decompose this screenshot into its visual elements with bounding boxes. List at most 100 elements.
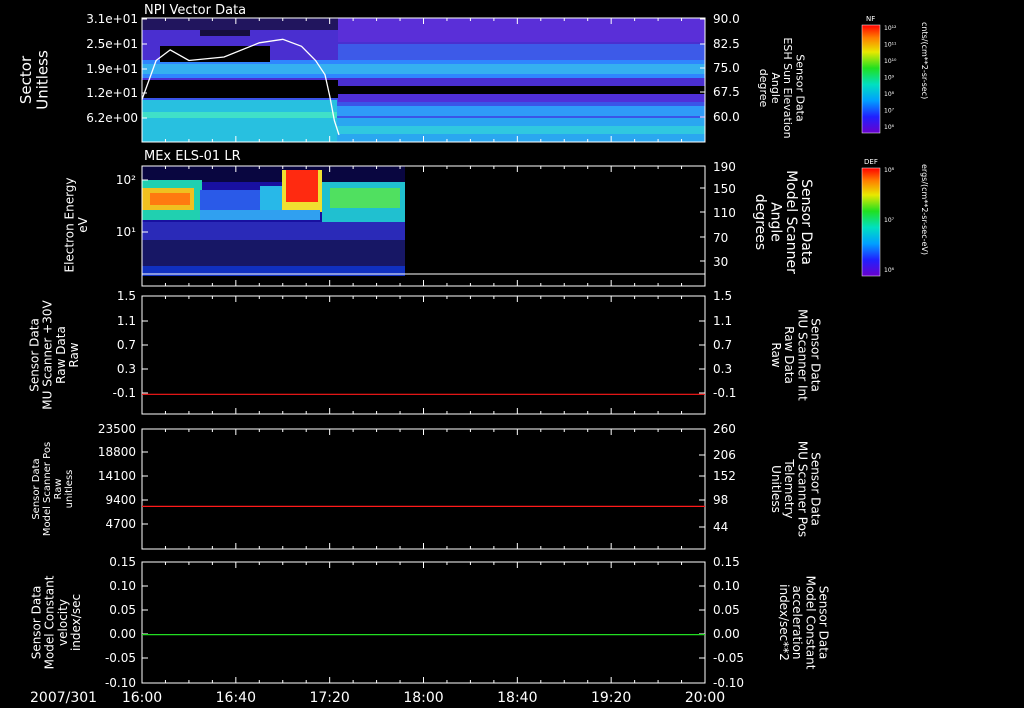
npi-colorbar-tick: 10¹⁰ (884, 58, 897, 65)
els-ylabel-line: eV (76, 216, 90, 232)
npi-rtick: 75.0 (713, 61, 740, 75)
p4-ytick: 9400 (105, 493, 136, 507)
els-colorbar-tick: 10⁸ (884, 167, 895, 174)
els-spectrogram (142, 166, 405, 276)
els-rtick: 150 (713, 182, 736, 196)
npi-colorbar-title: NF (866, 15, 875, 23)
p4-rtick: 260 (713, 422, 736, 436)
time-tick: 17:20 (309, 690, 349, 706)
p4-ylabel-line: unitless (64, 470, 75, 509)
els-colorbar-title: DEF (864, 158, 878, 166)
p3-rlabel-line: Raw Data (782, 326, 796, 384)
time-tick: 20:00 (685, 690, 725, 706)
p5-ylabel-line: velocity (56, 599, 70, 646)
time-tick: 16:40 (216, 690, 256, 706)
panel-scanner-pos: 23500 18800 14100 9400 4700 260 206 152 98 44 Sens… (31, 422, 823, 550)
p3-ylabel-line: MU Scanner +30V (41, 300, 55, 410)
els-rlabel-line: Sensor Data (798, 179, 814, 265)
p4-ytick: 23500 (98, 422, 136, 436)
p5-rtick: 0.10 (713, 579, 740, 593)
npi-ytick: 6.2e+00 (86, 111, 138, 125)
npi-colorbar-tick: 10⁶ (884, 124, 895, 131)
p4-rlabel-line: MU Scanner Pos (795, 441, 809, 537)
p3-ylabel-line: Sensor Data (27, 318, 41, 392)
p4-rtick: 152 (713, 469, 736, 483)
p4-ytick: 18800 (98, 445, 136, 459)
time-tick: 18:40 (497, 690, 537, 706)
p5-rlabel-line: Sensor Data (817, 586, 831, 660)
p3-rtick: 1.1 (713, 314, 732, 328)
els-rtick: 30 (713, 255, 728, 269)
npi-colorbar: NF 10¹² 10¹¹ 10¹⁰ 10⁹ 10⁸ 10⁷ 10⁶ cnts/(cm**2-… (861, 15, 929, 134)
npi-heatmap (142, 18, 705, 142)
time-tick: 18:00 (403, 690, 443, 706)
npi-ylabel-line: Unitless (34, 50, 52, 110)
p4-ytick: 14100 (98, 469, 136, 483)
p5-ytick: -0.10 (105, 676, 136, 690)
p5-ytick: 0.05 (109, 603, 136, 617)
p5-ytick: 0.15 (109, 555, 136, 569)
els-rtick: 70 (713, 231, 728, 245)
date-label: 2007/301 (30, 690, 97, 706)
plot-canvas: NPI Vector Data 3.1e+012.5e+011.9e+011.2… (17, 3, 929, 706)
p3-rtick: 0.7 (713, 338, 732, 352)
els-rtick: 110 (713, 206, 736, 220)
npi-ytick: 1.9e+01 (86, 62, 138, 76)
p3-rtick: -0.1 (713, 386, 736, 400)
time-axis: 2007/301 16:00 16:40 17:20 18:00 18:40 19:20 2… (30, 690, 725, 706)
els-colorbar-tick: 10⁶ (884, 267, 895, 274)
npi-colorbar-label: cnts/(cm**2-sr-sec) (920, 22, 929, 99)
p3-rtick: 1.5 (713, 289, 732, 303)
p4-rtick: 206 (713, 448, 736, 462)
p3-rtick: 0.3 (713, 362, 732, 376)
p3-rlabel-line: Raw (769, 342, 783, 367)
p4-rlabel-line: Telemetry (782, 458, 796, 518)
npi-rtick: 82.5 (713, 37, 740, 51)
npi-ytick: 2.5e+01 (86, 37, 138, 51)
npi-ytick: 3.1e+01 (86, 12, 138, 26)
p3-ytick: 0.3 (117, 362, 136, 376)
panel-npi-title: NPI Vector Data (144, 3, 246, 18)
p4-ylabel-line: Raw (53, 478, 64, 499)
npi-ylabel-line: Sector (17, 55, 35, 104)
p5-ytick: 0.10 (109, 579, 136, 593)
p4-rtick: 98 (713, 493, 728, 507)
npi-rlabel-line: Angle (769, 72, 782, 104)
p4-rlabel-line: Unitless (769, 465, 783, 513)
npi-colorbar-tick: 10⁸ (884, 91, 895, 98)
p5-rlabel-line: acceleration (790, 586, 804, 660)
npi-left-labels: 3.1e+01 2.5e+01 1.9e+01 1.2e+01 6.2e+00 Secto… (17, 12, 147, 125)
p3-ytick: -0.1 (113, 386, 136, 400)
p5-rtick: 0.00 (713, 627, 740, 641)
p5-ylabel-line: Model Constant (43, 575, 57, 669)
p5-ylabel-line: Sensor Data (29, 586, 43, 660)
p3-ylabel-line: Raw Data (54, 326, 68, 384)
npi-ytick: 1.2e+01 (86, 86, 138, 100)
p3-ytick: 1.1 (117, 314, 136, 328)
p3-ytick: 0.7 (117, 338, 136, 352)
p5-ytick: 0.00 (109, 627, 136, 641)
p3-rlabel-line: MU Scanner Int (795, 309, 809, 401)
panel-npi: NPI Vector Data 3.1e+012.5e+011.9e+011.2… (17, 3, 929, 143)
time-tick: 19:20 (591, 690, 631, 706)
npi-colorbar-tick: 10¹¹ (884, 42, 897, 49)
npi-rlabel-line: degree (757, 69, 770, 108)
p4-rlabel-line: Sensor Data (809, 452, 823, 526)
p3-ytick: 1.5 (117, 289, 136, 303)
p5-ytick: -0.05 (105, 651, 136, 665)
els-rlabel-line: Model Scanner (783, 170, 799, 274)
els-colorbar-tick: 10⁷ (884, 217, 895, 224)
els-ylabel-line: Electron Energy (63, 177, 77, 272)
npi-rtick: 60.0 (713, 110, 740, 124)
p4-rtick: 44 (713, 520, 728, 534)
npi-rlabel-line: Sensor Data (793, 54, 806, 121)
p5-ylabel-line: index/sec (69, 594, 83, 651)
npi-rlabel-line: ESH Sun Elevation (781, 37, 794, 138)
p4-ylabel-line: Sensor Data (31, 458, 42, 519)
els-ytick: 10² (116, 173, 136, 187)
els-left-labels: 10² 10¹ Electron Energy eV (63, 173, 148, 273)
p5-rtick: 0.05 (713, 603, 740, 617)
panel-scanner-30v: 1.5 1.1 0.7 0.3 -0.1 1.5 1.1 0.7 0.3 -0.1 Sensor D… (27, 289, 823, 415)
p5-rtick: -0.05 (713, 651, 744, 665)
npi-colorbar-tick: 10⁷ (884, 108, 895, 115)
